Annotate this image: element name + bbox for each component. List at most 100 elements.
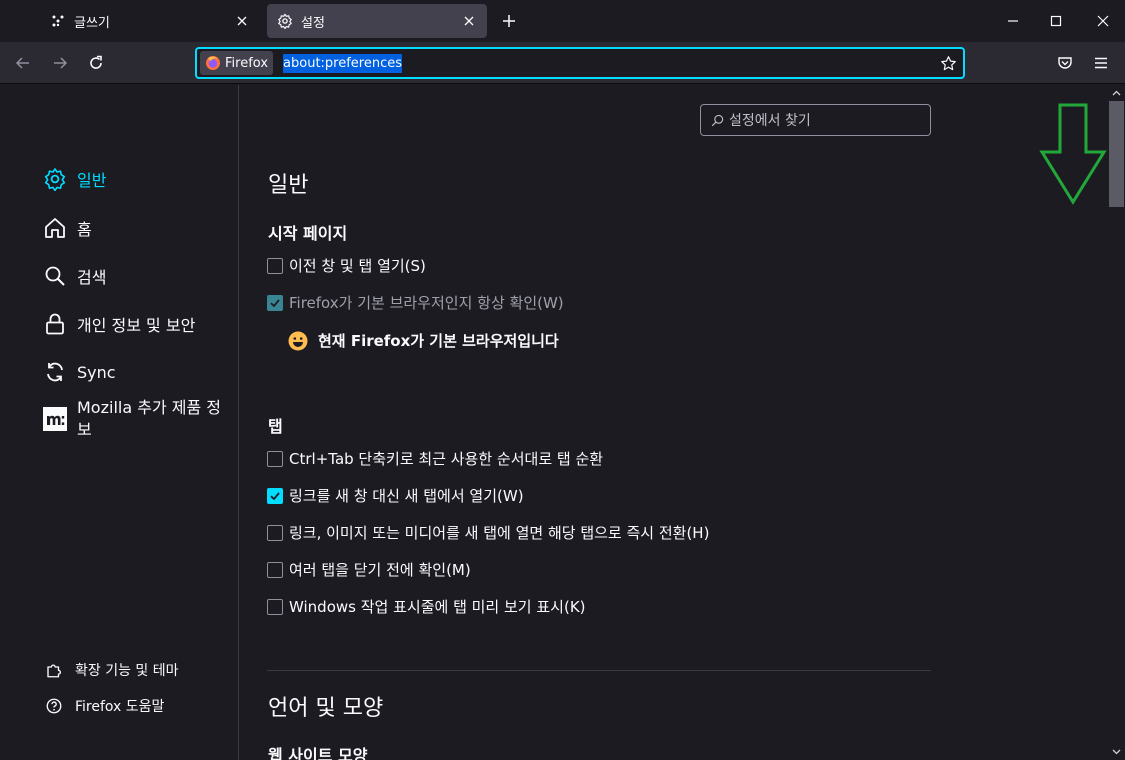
hamburger-icon [1095,57,1107,69]
tab-label: 설정 [301,15,325,31]
startup-heading: 시작 페이지 [268,224,348,243]
website-appearance-heading: 웹 사이트 모양 [268,746,368,760]
lock-icon [43,312,67,336]
section-divider [267,670,931,671]
footer-link-label: Firefox 도움말 [75,699,165,715]
language-appearance-title: 언어 및 모양 [268,696,384,721]
close-icon[interactable] [232,11,252,31]
checkmark-icon [270,298,280,307]
checkbox[interactable] [267,294,283,311]
firefox-help-link[interactable]: Firefox 도움말 [45,696,164,716]
minimize-icon [1008,20,1018,22]
checkbox[interactable] [267,561,283,578]
sidebar-item-label: Sync [77,362,116,382]
checkbox[interactable] [267,598,283,615]
default-message-text: 현재 Firefox가 기본 브라우저입니다 [318,332,559,350]
new-tab-button[interactable] [497,9,521,33]
maximize-button[interactable] [1041,6,1071,36]
sidebar-item-label: 홈 [77,220,92,239]
check-default-browser-checkbox[interactable]: Firefox가 기본 브라우저인지 항상 확인(W) [267,292,564,313]
tabs-heading: 탭 [268,417,283,436]
checkbox[interactable] [267,450,283,467]
close-icon[interactable] [459,11,479,31]
checkbox[interactable] [267,257,283,274]
back-button[interactable] [9,49,37,77]
plus-icon [503,15,515,27]
forward-arrow-icon [54,57,68,69]
forward-button[interactable] [46,49,74,77]
identity-label: Firefox [225,55,269,71]
navigation-toolbar: Firefox about:preferences [0,42,1125,84]
ctrl-tab-cycle-checkbox[interactable]: Ctrl+Tab 단축키로 최근 사용한 순서대로 탭 순환 [267,448,603,469]
app-menu-button[interactable] [1087,49,1115,77]
search-placeholder: 설정에서 찾기 [729,113,811,129]
taskbar-tab-previews-checkbox[interactable]: Windows 작업 표시줄에 탭 미리 보기 표시(K) [267,596,586,617]
sidebar-item-label: Mozilla 추가 제품 정보 [77,398,221,439]
gear-icon [43,167,67,191]
scroll-up-arrow-icon[interactable] [1108,86,1125,100]
checkbox-label: Windows 작업 표시줄에 탭 미리 보기 표시(K) [289,598,586,616]
sidebar-item-home[interactable]: 홈 [43,216,92,240]
sidebar-item-label: 검색 [77,268,107,287]
checkbox[interactable] [267,487,283,504]
tab-settings[interactable]: 설정 [267,4,487,38]
sidebar-item-privacy[interactable]: 개인 정보 및 보안 [43,312,195,336]
pocket-icon [1058,57,1072,69]
pocket-button[interactable] [1051,49,1079,77]
open-links-in-tabs-checkbox[interactable]: 링크를 새 창 대신 새 탭에서 열기(W) [267,485,524,506]
url-bar[interactable]: Firefox about:preferences [195,47,965,79]
switch-to-new-tab-checkbox[interactable]: 링크, 이미지 또는 미디어를 새 탭에 열면 해당 탭으로 즉시 전환(H) [267,522,709,543]
scroll-down-arrow-icon[interactable] [1108,745,1125,759]
gear-icon [277,13,293,29]
footer-link-label: 확장 기능 및 테마 [75,663,179,679]
mozilla-icon [43,407,67,431]
addons-themes-link[interactable]: 확장 기능 및 테마 [45,660,179,680]
sidebar-item-label: 개인 정보 및 보안 [77,316,196,335]
tab-write[interactable]: 글쓰기 [40,4,260,38]
sidebar-item-general[interactable]: 일반 [43,167,106,191]
puzzle-icon [45,661,63,679]
sync-icon [43,360,67,384]
checkbox-label: Firefox가 기본 브라우저인지 항상 확인(W) [289,294,564,312]
scrollbar[interactable] [1108,85,1125,760]
back-arrow-icon [15,57,29,69]
scrollbar-thumb[interactable] [1109,101,1124,207]
checkbox-label: 링크를 새 창 대신 새 탭에서 열기(W) [289,487,524,505]
warn-on-close-tabs-checkbox[interactable]: 여러 탭을 닫기 전에 확인(M) [267,559,471,580]
close-icon [1097,15,1109,27]
category-sidebar: 일반 홈 검색 개인 정보 및 보안 Sync Mozilla 추가 제품 정보 [0,85,239,760]
smiley-icon [288,331,308,350]
help-icon [45,697,63,715]
reload-icon [90,55,102,69]
checkbox[interactable] [267,524,283,541]
search-input[interactable]: 설정에서 찾기 [700,104,931,136]
close-window-button[interactable] [1088,6,1118,36]
bookmark-star-button[interactable] [937,52,959,74]
preferences-main: 설정에서 찾기 일반 시작 페이지 이전 창 및 탭 열기(S) Firefox… [240,85,1108,760]
minimize-button[interactable] [998,6,1028,36]
search-icon [709,112,725,128]
checkmark-icon [270,491,280,500]
search-icon [43,264,67,288]
url-input[interactable]: about:preferences [283,53,403,73]
tab-label: 글쓰기 [74,15,110,31]
sidebar-item-mozilla-products[interactable]: Mozilla 추가 제품 정보 [43,397,232,441]
maximize-icon [1050,15,1062,27]
star-icon [940,55,956,70]
sidebar-item-sync[interactable]: Sync [43,360,116,384]
checkbox-label: Ctrl+Tab 단축키로 최근 사용한 순서대로 탭 순환 [289,450,604,468]
down-arrow-annotation-icon [1039,103,1107,205]
checkbox-label: 여러 탭을 닫기 전에 확인(M) [289,561,471,579]
home-icon [43,216,67,240]
tab-strip: 글쓰기 설정 [0,0,1125,42]
reload-button[interactable] [82,49,110,77]
default-browser-message: 현재 Firefox가 기본 브라우저입니다 [288,330,559,351]
sidebar-item-search[interactable]: 검색 [43,264,106,288]
checkbox-label: 링크, 이미지 또는 미디어를 새 탭에 열면 해당 탭으로 즉시 전환(H) [289,524,710,542]
identity-box[interactable]: Firefox [200,51,274,75]
checkbox-label: 이전 창 및 탭 열기(S) [289,257,426,275]
sidebar-item-label: 일반 [77,171,107,190]
restore-session-checkbox[interactable]: 이전 창 및 탭 열기(S) [267,255,426,276]
firefox-logo-icon [206,56,220,70]
page-title: 일반 [268,173,309,198]
